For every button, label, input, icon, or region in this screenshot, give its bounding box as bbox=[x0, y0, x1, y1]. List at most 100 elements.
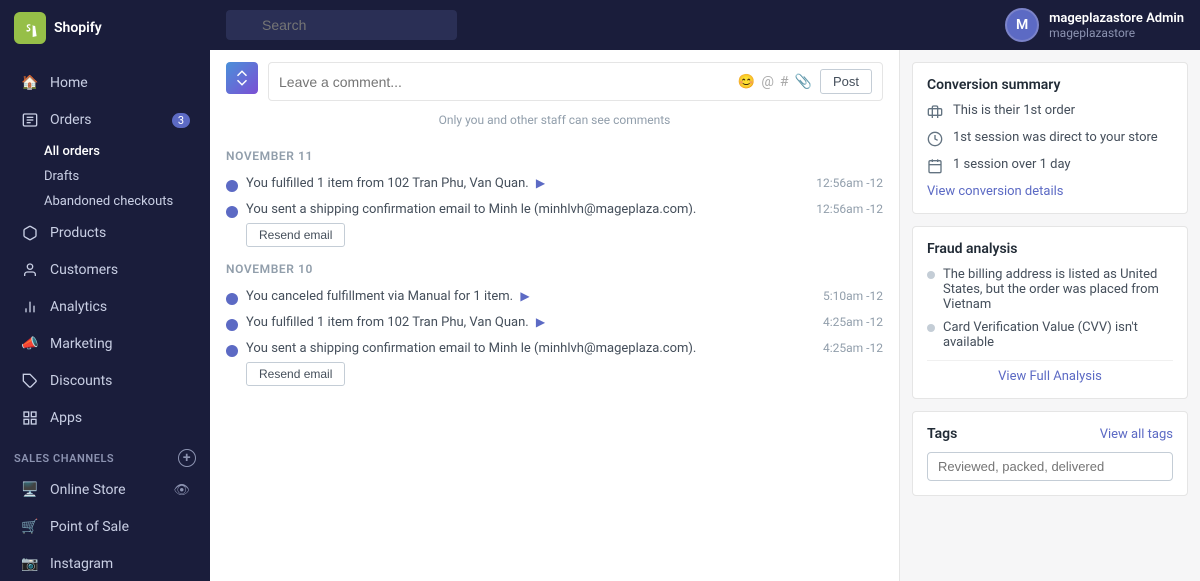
sidebar-item-apps-label: Apps bbox=[50, 410, 82, 426]
conversion-summary-title: Conversion summary bbox=[927, 77, 1173, 93]
fraud-text-2: Card Verification Value (CVV) isn't avai… bbox=[943, 320, 1173, 350]
timeline-section-nov10: NOVEMBER 10 You canceled fulfillment via… bbox=[226, 252, 883, 391]
sidebar-item-analytics-label: Analytics bbox=[50, 299, 107, 315]
admin-area: M mageplazastore Admin mageplazastore bbox=[1005, 8, 1184, 42]
home-icon: 🏠 bbox=[20, 73, 40, 93]
event-text-3: You canceled fulfillment via Manual for … bbox=[246, 289, 823, 304]
fraud-item-1: The billing address is listed as United … bbox=[927, 267, 1173, 312]
event-text-5: You sent a shipping confirmation email t… bbox=[246, 341, 823, 356]
view-conversion-link[interactable]: View conversion details bbox=[927, 184, 1173, 199]
right-panel: Conversion summary This is their 1st ord… bbox=[900, 50, 1200, 581]
customers-icon bbox=[20, 260, 40, 280]
sidebar-item-analytics[interactable]: Analytics bbox=[6, 289, 204, 325]
event-dot bbox=[226, 206, 238, 218]
conversion-item-2: 1st session was direct to your store bbox=[927, 130, 1173, 149]
tags-title: Tags bbox=[927, 426, 957, 442]
sidebar-item-marketing-label: Marketing bbox=[50, 336, 113, 352]
timeline-event-2: You sent a shipping confirmation email t… bbox=[226, 197, 883, 252]
event-dot bbox=[226, 319, 238, 331]
emoji-icon[interactable]: 😊 bbox=[738, 74, 755, 90]
sidebar-item-pos-label: Point of Sale bbox=[50, 519, 129, 535]
timeline-event-1: You fulfilled 1 item from 102 Tran Phu, … bbox=[226, 171, 883, 197]
expand-arrow-icon[interactable]: ▶ bbox=[536, 315, 545, 329]
hashtag-icon[interactable]: # bbox=[780, 74, 789, 90]
online-store-icon: 🖥️ bbox=[20, 480, 40, 500]
apps-icon bbox=[20, 408, 40, 428]
topbar: 🔍 M mageplazastore Admin mageplazastore bbox=[210, 0, 1200, 50]
tags-input[interactable] bbox=[927, 452, 1173, 481]
search-input[interactable] bbox=[226, 10, 457, 40]
sidebar-item-apps[interactable]: Apps bbox=[6, 400, 204, 436]
timeline-event-3: You canceled fulfillment via Manual for … bbox=[226, 284, 883, 310]
attachment-icon[interactable]: 📎 bbox=[795, 74, 812, 90]
fraud-analysis-card: Fraud analysis The billing address is li… bbox=[912, 226, 1188, 399]
subnav-drafts[interactable]: Drafts bbox=[44, 164, 210, 189]
session-icon bbox=[927, 131, 945, 149]
view-full-analysis-link[interactable]: View Full Analysis bbox=[927, 360, 1173, 384]
conversion-text-3: 1 session over 1 day bbox=[953, 157, 1071, 172]
calendar-icon bbox=[927, 158, 945, 176]
comment-box: 😊 @ # 📎 Post bbox=[226, 50, 883, 109]
orders-icon bbox=[20, 110, 40, 130]
conversion-summary-card: Conversion summary This is their 1st ord… bbox=[912, 62, 1188, 214]
comment-input[interactable] bbox=[279, 74, 730, 90]
add-sales-channel-button[interactable]: + bbox=[178, 449, 196, 467]
sidebar-item-online-store-label: Online Store bbox=[50, 482, 126, 498]
resend-email-button-1[interactable]: Resend email bbox=[246, 223, 345, 247]
content-area: 😊 @ # 📎 Post Only you and other staff ca… bbox=[210, 50, 1200, 581]
conversion-text-1: This is their 1st order bbox=[953, 103, 1075, 118]
comment-actions: 😊 @ # 📎 bbox=[738, 74, 812, 90]
timeline-event-4: You fulfilled 1 item from 102 Tran Phu, … bbox=[226, 310, 883, 336]
sidebar-header: Shopify bbox=[0, 0, 210, 56]
sidebar-item-marketing[interactable]: 📣 Marketing bbox=[6, 326, 204, 362]
timeline-panel: 😊 @ # 📎 Post Only you and other staff ca… bbox=[210, 50, 900, 581]
event-time-5: 4:25am -12 bbox=[823, 341, 883, 355]
avatar: M bbox=[1005, 8, 1039, 42]
admin-name: mageplazastore Admin bbox=[1049, 11, 1184, 26]
marketing-icon: 📣 bbox=[20, 334, 40, 354]
sidebar-item-instagram-label: Instagram bbox=[50, 556, 113, 572]
discounts-icon bbox=[20, 371, 40, 391]
subnav-abandoned[interactable]: Abandoned checkouts bbox=[44, 189, 210, 214]
event-dot bbox=[226, 345, 238, 357]
admin-store: mageplazastore bbox=[1049, 26, 1184, 40]
sidebar-item-online-store[interactable]: 🖥️ Online Store 👁 bbox=[6, 472, 204, 508]
main-content: 🔍 M mageplazastore Admin mageplazastore bbox=[210, 0, 1200, 581]
subnav-all-orders[interactable]: All orders bbox=[44, 139, 210, 164]
admin-info: mageplazastore Admin mageplazastore bbox=[1049, 11, 1184, 40]
sidebar-item-point-of-sale[interactable]: 🛒 Point of Sale bbox=[6, 509, 204, 545]
sidebar-item-discounts-label: Discounts bbox=[50, 373, 112, 389]
comment-input-area: 😊 @ # 📎 Post bbox=[268, 62, 883, 101]
conversion-text-2: 1st session was direct to your store bbox=[953, 130, 1158, 145]
sidebar-item-orders[interactable]: Orders 3 bbox=[6, 102, 204, 138]
products-icon bbox=[20, 223, 40, 243]
sidebar: Shopify 🏠 Home Orders 3 All orders Draft bbox=[0, 0, 210, 581]
orders-badge: 3 bbox=[172, 113, 190, 128]
sidebar-item-instagram[interactable]: 📷 Instagram bbox=[6, 546, 204, 581]
resend-email-button-2[interactable]: Resend email bbox=[246, 362, 345, 386]
sidebar-item-orders-label: Orders bbox=[50, 112, 92, 128]
sidebar-item-home[interactable]: 🏠 Home bbox=[6, 65, 204, 101]
sidebar-item-products-label: Products bbox=[50, 225, 106, 241]
expand-arrow-icon[interactable]: ▶ bbox=[520, 289, 529, 303]
sidebar-item-discounts[interactable]: Discounts bbox=[6, 363, 204, 399]
sidebar-item-products[interactable]: Products bbox=[6, 215, 204, 251]
comment-note: Only you and other staff can see comment… bbox=[226, 109, 883, 139]
timeline-section-nov11: NOVEMBER 11 You fulfilled 1 item from 10… bbox=[226, 139, 883, 252]
post-button[interactable]: Post bbox=[820, 69, 872, 94]
event-dot bbox=[226, 293, 238, 305]
search-wrapper: 🔍 bbox=[226, 10, 926, 40]
expand-arrow-icon[interactable]: ▶ bbox=[536, 176, 545, 190]
fraud-dot-icon bbox=[927, 324, 935, 332]
mention-icon[interactable]: @ bbox=[761, 74, 774, 90]
sidebar-item-customers[interactable]: Customers bbox=[6, 252, 204, 288]
conversion-item-1: This is their 1st order bbox=[927, 103, 1173, 122]
store-name-label: Shopify bbox=[54, 20, 102, 36]
fraud-dot-icon bbox=[927, 271, 935, 279]
event-time-2: 12:56am -12 bbox=[816, 202, 883, 216]
event-text-2: You sent a shipping confirmation email t… bbox=[246, 202, 816, 217]
view-all-tags-link[interactable]: View all tags bbox=[1100, 427, 1173, 442]
orders-subnav: All orders Drafts Abandoned checkouts bbox=[0, 139, 210, 214]
shopify-logo-icon bbox=[14, 12, 46, 44]
first-order-icon bbox=[927, 104, 945, 122]
